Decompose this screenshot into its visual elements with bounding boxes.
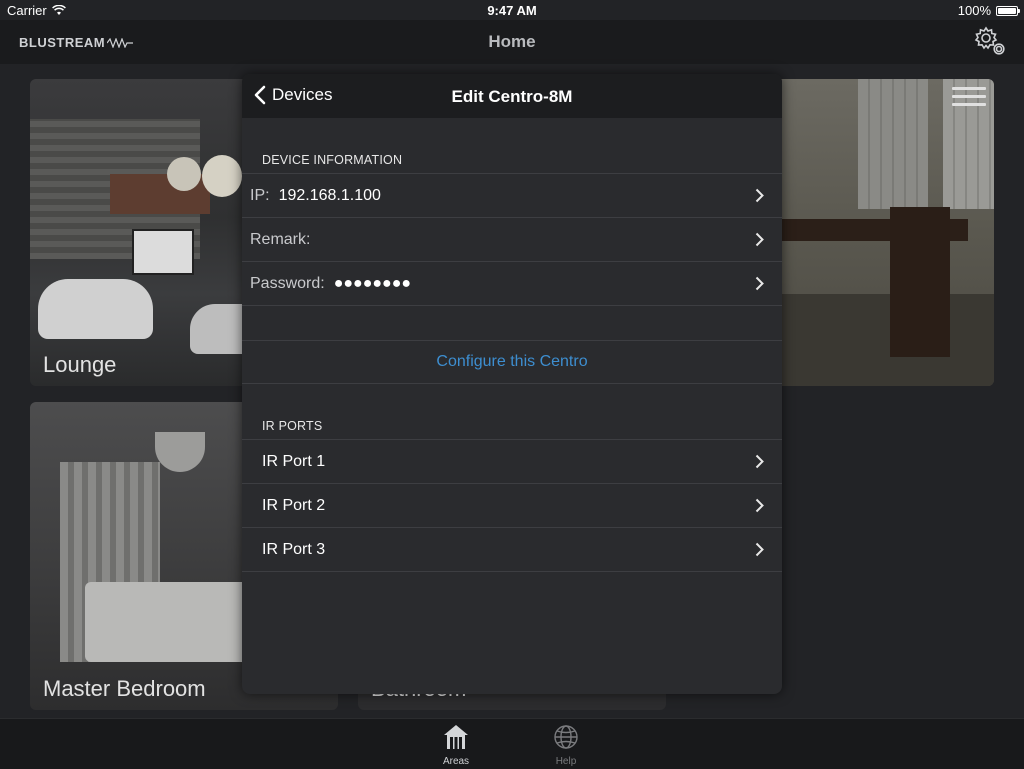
home-icon [444,725,468,749]
status-time: 9:47 AM [487,3,537,18]
tab-areas-label: Areas [442,756,470,767]
ir-ports-header: IR PORTS [262,419,323,433]
divider [242,305,782,306]
globe-icon [554,725,578,749]
ip-label: IP: [250,186,270,204]
chevron-right-icon [755,188,764,203]
tab-bar: Areas Help [0,718,1024,769]
edit-device-modal: Devices Edit Centro-8M DEVICE INFORMATIO… [242,74,782,694]
area-label-lounge: Lounge [43,352,117,377]
tab-help[interactable]: Help [536,723,596,767]
ir-port-label: IR Port 1 [262,452,326,470]
modal-title: Edit Centro-8M [451,87,573,106]
chevron-right-icon [755,542,764,557]
ir-port-label: IR Port 3 [262,540,326,558]
ir-port-row[interactable]: IR Port 1 [242,439,782,483]
password-label: Password: [250,274,325,292]
remark-row[interactable]: Remark: [242,217,782,261]
ir-port-row[interactable]: IR Port 3 [242,527,782,571]
remark-label: Remark: [250,230,311,248]
area-label-master-bedroom: Master Bedroom [43,676,206,701]
ir-port-row[interactable]: IR Port 2 [242,483,782,527]
password-value: ●●●●●●●● [333,274,412,292]
ip-row[interactable]: IP: 192.168.1.100 [242,173,782,217]
chevron-right-icon [755,498,764,513]
chevron-right-icon [755,276,764,291]
divider [242,571,782,572]
status-right: 100% [957,3,1020,18]
hamburger-menu-icon[interactable] [952,87,986,111]
battery-icon [996,5,1020,16]
chevron-right-icon [755,232,764,247]
ip-value: 192.168.1.100 [278,186,381,204]
password-row[interactable]: Password: ●●●●●●●● [242,261,782,305]
battery-percent: 100% [957,3,991,18]
page-title: Home [488,32,536,51]
chevron-right-icon [755,454,764,469]
status-bar: Carrier 9:47 AM 100% [0,0,1024,20]
device-info-header: DEVICE INFORMATION [262,153,403,167]
ir-port-label: IR Port 2 [262,496,326,514]
tab-areas[interactable]: Areas [426,723,486,767]
settings-gear-icon[interactable] [974,26,1006,56]
configure-centro-button[interactable]: Configure this Centro [242,340,782,384]
modal-header: Devices Edit Centro-8M [242,74,782,118]
tab-help-label: Help [555,756,577,767]
nav-bar: BLUSTREAM Home [0,20,1024,64]
